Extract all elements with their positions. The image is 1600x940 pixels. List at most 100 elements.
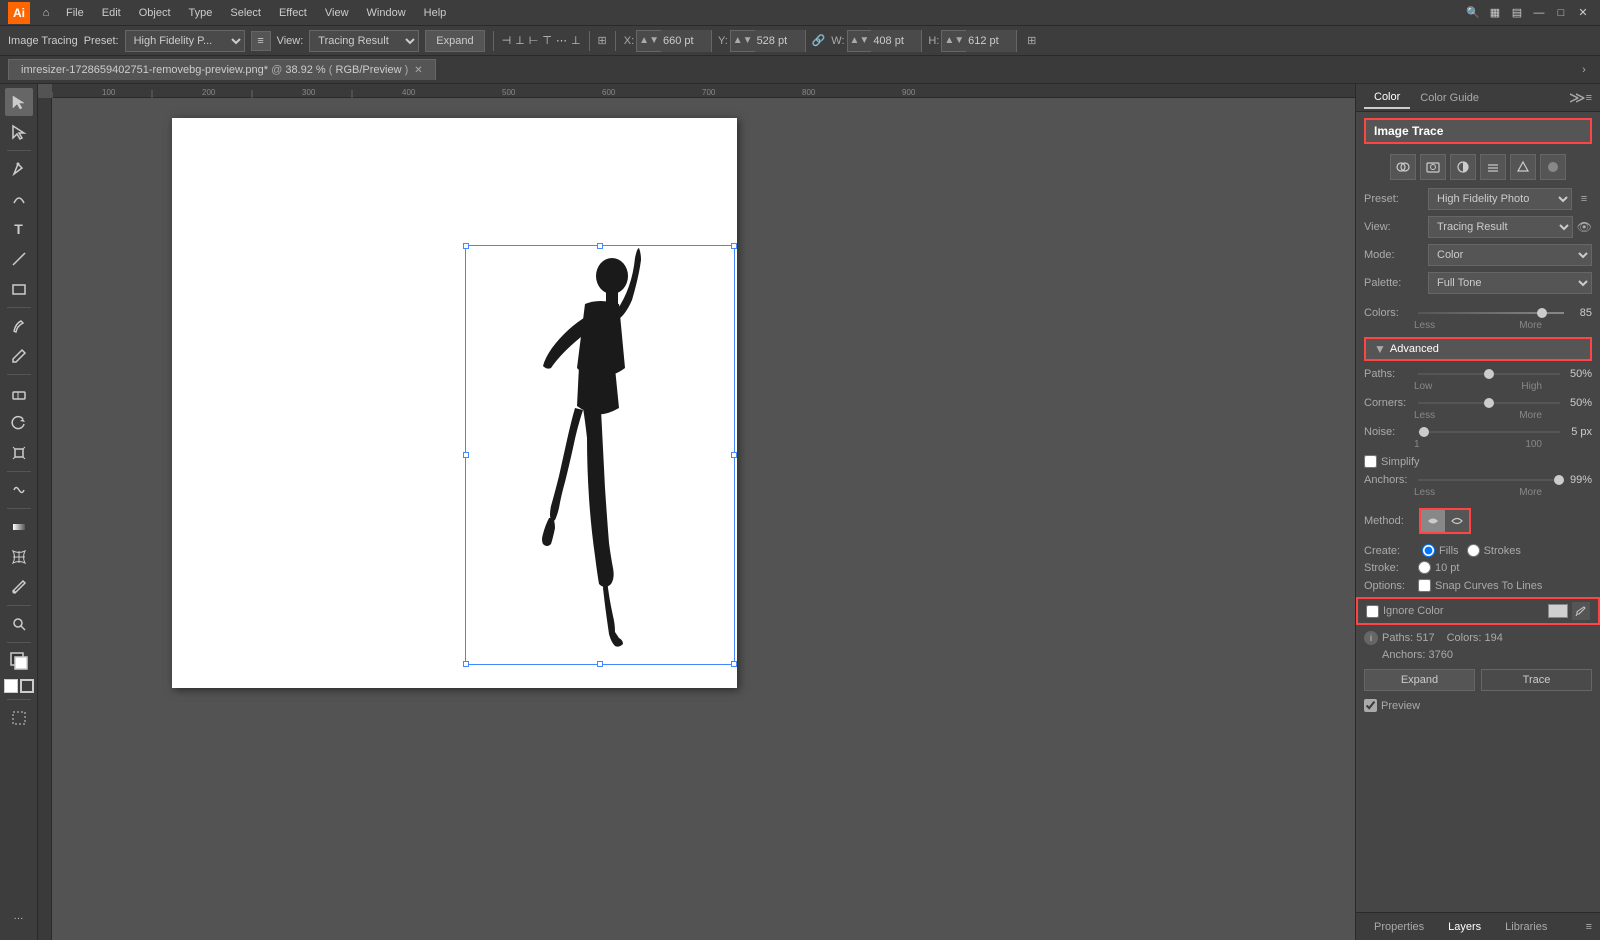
tab-close-button[interactable]: ✕	[414, 65, 422, 76]
view-dropdown[interactable]: Tracing Result	[309, 30, 419, 52]
close-icon[interactable]: ✕	[1574, 4, 1592, 22]
panel-mode-dropdown[interactable]: Color	[1428, 244, 1592, 266]
strokes-radio[interactable]	[1467, 544, 1480, 557]
tab-scroll-right-icon[interactable]: ›	[1576, 62, 1592, 78]
y-input[interactable]: 528 pt	[755, 30, 805, 52]
panel-collapse-btn[interactable]: ≫	[1569, 88, 1586, 108]
simplify-checkbox[interactable]	[1364, 455, 1377, 468]
tool-paintbrush[interactable]	[5, 312, 33, 340]
panel-menu-button[interactable]: ≡	[1586, 92, 1592, 104]
trace-logo-icon[interactable]	[1510, 154, 1536, 180]
view-eye-icon[interactable]: 👁	[1577, 220, 1592, 234]
menu-help[interactable]: Help	[416, 5, 455, 21]
tool-eraser[interactable]	[5, 379, 33, 407]
align-right-icon[interactable]: ⊢	[529, 34, 539, 47]
paths-thumb[interactable]	[1484, 369, 1494, 379]
x-input[interactable]: 660 pt	[661, 30, 711, 52]
trace-silhouette-icon[interactable]	[1540, 154, 1566, 180]
stroke-icon[interactable]	[20, 679, 34, 693]
tool-rectangle[interactable]	[5, 275, 33, 303]
layers-tab[interactable]: Layers	[1438, 917, 1491, 937]
info-icon[interactable]: i	[1364, 631, 1378, 645]
libraries-tab[interactable]: Libraries	[1495, 917, 1557, 937]
preset-settings-icon[interactable]: ≡	[1576, 191, 1592, 207]
w-up-icon[interactable]: ▲▼	[848, 35, 872, 46]
tool-fill-stroke[interactable]	[5, 647, 33, 675]
strokes-checkbox-label[interactable]: Strokes	[1467, 544, 1521, 557]
preview-checkbox[interactable]	[1364, 699, 1377, 712]
expand-btn[interactable]: Expand	[1364, 669, 1475, 691]
expand-button[interactable]: Expand	[425, 30, 484, 52]
tool-mesh[interactable]	[5, 543, 33, 571]
bottom-panel-menu-button[interactable]: ≡	[1586, 921, 1592, 933]
menu-edit[interactable]: Edit	[94, 5, 129, 21]
minimize-icon[interactable]: —	[1530, 4, 1548, 22]
noise-thumb[interactable]	[1419, 427, 1429, 437]
fill-icon[interactable]	[4, 679, 18, 693]
colors-thumb[interactable]	[1537, 308, 1547, 318]
tool-selection[interactable]	[5, 88, 33, 116]
preset-menu-icon[interactable]: ≡	[251, 31, 271, 51]
tool-artboard[interactable]	[5, 704, 33, 732]
h-up-icon[interactable]: ▲▼	[942, 35, 966, 46]
link-size-icon[interactable]: 🔗	[812, 34, 826, 47]
properties-tab[interactable]: Properties	[1364, 917, 1434, 937]
more-tools[interactable]: ···	[5, 904, 33, 936]
trace-lines-icon[interactable]	[1480, 154, 1506, 180]
tool-warp[interactable]	[5, 476, 33, 504]
advanced-header[interactable]: ▼ Advanced	[1364, 337, 1592, 361]
align-middle-icon[interactable]: ⋯	[556, 34, 567, 47]
w-input[interactable]: 408 pt	[871, 30, 921, 52]
trace-auto-color-icon[interactable]	[1390, 154, 1416, 180]
snap-curves-checkbox[interactable]	[1418, 579, 1431, 592]
canvas-area[interactable]: 100 200 300 400 500 600 700 800 900	[38, 84, 1355, 940]
menu-view[interactable]: View	[317, 5, 357, 21]
panel-palette-dropdown[interactable]: Full Tone	[1428, 272, 1592, 294]
fills-radio[interactable]	[1422, 544, 1435, 557]
workspace-switcher-icon[interactable]: ▦	[1486, 4, 1504, 22]
align-left-icon[interactable]: ⊣	[502, 34, 512, 47]
color-tab[interactable]: Color	[1364, 87, 1410, 109]
x-up-icon[interactable]: ▲▼	[637, 35, 661, 46]
tool-scale[interactable]	[5, 439, 33, 467]
tool-line[interactable]	[5, 245, 33, 273]
method-btn-2[interactable]	[1445, 510, 1469, 532]
home-icon[interactable]: ⌂	[36, 3, 56, 23]
menu-effect[interactable]: Effect	[271, 5, 315, 21]
search-icon[interactable]: 🔍	[1464, 4, 1482, 22]
more-tools-btn[interactable]: ···	[5, 904, 33, 932]
eyedropper-icon[interactable]	[1572, 602, 1590, 620]
trace-photo-icon[interactable]	[1420, 154, 1446, 180]
corners-thumb[interactable]	[1484, 398, 1494, 408]
ignore-color-swatch[interactable]	[1548, 604, 1568, 618]
y-up-icon[interactable]: ▲▼	[731, 35, 755, 46]
tool-type[interactable]: T	[5, 215, 33, 243]
stroke-radio[interactable]	[1418, 561, 1431, 574]
arrange-icon[interactable]: ▤	[1508, 4, 1526, 22]
transform-icon[interactable]: ⊞	[1027, 34, 1036, 47]
snap-curves-label[interactable]: Snap Curves To Lines	[1418, 579, 1542, 592]
panel-preset-dropdown[interactable]: High Fidelity Photo	[1428, 188, 1572, 210]
menu-object[interactable]: Object	[131, 5, 179, 21]
panel-view-dropdown[interactable]: Tracing Result	[1428, 216, 1573, 238]
tool-eyedropper[interactable]	[5, 573, 33, 601]
preview-checkbox-label[interactable]: Preview	[1364, 699, 1420, 712]
trace-btn[interactable]: Trace	[1481, 669, 1592, 691]
menu-select[interactable]: Select	[222, 5, 269, 21]
tool-pen[interactable]	[5, 155, 33, 183]
align-top-icon[interactable]: ⊤	[542, 34, 552, 47]
method-btn-1[interactable]	[1421, 510, 1445, 532]
tool-gradient[interactable]	[5, 513, 33, 541]
fills-checkbox-label[interactable]: Fills	[1422, 544, 1459, 557]
align-bottom-icon[interactable]: ⊥	[571, 34, 581, 47]
anchors-thumb[interactable]	[1554, 475, 1564, 485]
tool-zoom[interactable]	[5, 610, 33, 638]
simplify-checkbox-label[interactable]: Simplify	[1364, 455, 1592, 468]
menu-type[interactable]: Type	[181, 5, 221, 21]
tool-pencil[interactable]	[5, 342, 33, 370]
document-tab[interactable]: imresizer-1728659402751-removebg-preview…	[8, 59, 436, 80]
tool-curvature[interactable]	[5, 185, 33, 213]
maximize-icon[interactable]: □	[1552, 4, 1570, 22]
color-guide-tab[interactable]: Color Guide	[1410, 88, 1489, 108]
align-center-h-icon[interactable]: ⊥	[515, 34, 525, 47]
